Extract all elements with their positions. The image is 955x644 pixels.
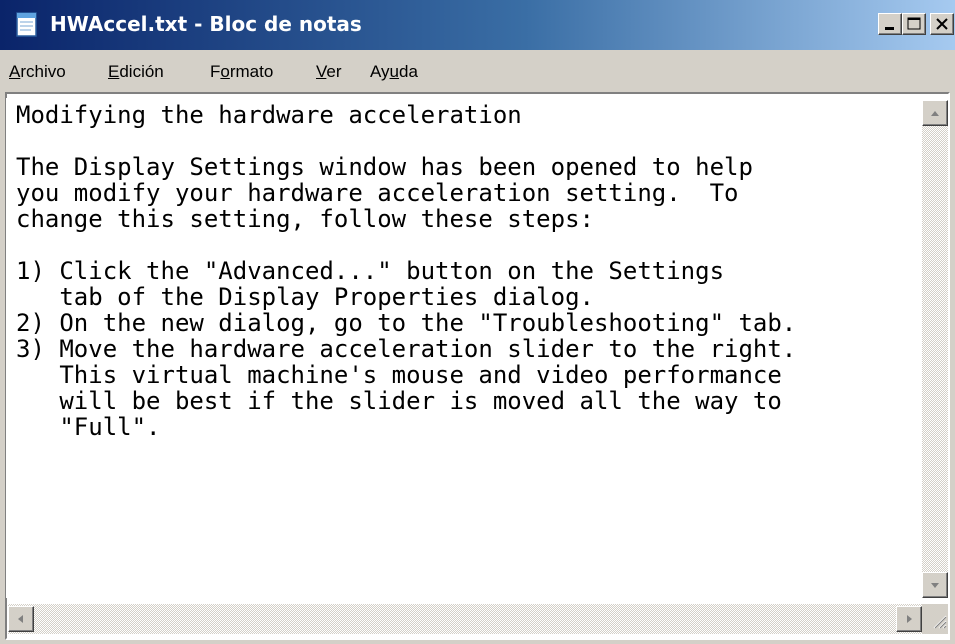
scroll-left-button[interactable]	[8, 606, 34, 632]
horizontal-scrollbar[interactable]	[8, 604, 922, 634]
close-button[interactable]	[930, 13, 954, 35]
scroll-up-button[interactable]	[922, 100, 948, 126]
menu-formato[interactable]: Formato	[210, 62, 273, 82]
text-line: you modify your hardware acceleration se…	[16, 179, 739, 207]
text-editor[interactable]: Modifying the hardware acceleration The D…	[6, 98, 918, 598]
minimize-icon	[885, 27, 894, 30]
text-line: This virtual machine's mouse and video p…	[16, 361, 782, 389]
text-line: change this setting, follow these steps:	[16, 205, 594, 233]
arrow-up-icon	[931, 111, 939, 116]
title-bar[interactable]: HWAccel.txt - Bloc de notas	[0, 0, 955, 50]
arrow-right-icon	[907, 615, 912, 623]
menu-accelerator: A	[9, 62, 21, 81]
arrow-down-icon	[931, 583, 939, 588]
scroll-right-button[interactable]	[896, 606, 922, 632]
size-grip[interactable]	[922, 604, 948, 634]
resize-grip-icon	[933, 615, 947, 629]
menu-accelerator: u	[389, 62, 400, 81]
close-icon	[936, 18, 948, 30]
scroll-down-button[interactable]	[922, 572, 948, 598]
menu-bar: Archivo Edición Formato Ver Ayuda	[0, 50, 955, 90]
vertical-scrollbar[interactable]	[922, 100, 948, 598]
text-line: 1) Click the "Advanced..." button on the…	[16, 257, 725, 285]
menu-archivo[interactable]: Archivo	[9, 62, 66, 82]
menu-accelerator: o	[220, 62, 230, 81]
text-line: will be best if the slider is moved all …	[16, 387, 782, 415]
menu-accelerator: V	[316, 62, 327, 81]
menu-ver[interactable]: Ver	[316, 62, 342, 82]
text-line: "Full".	[16, 413, 161, 441]
text-line: 2) On the new dialog, go to the "Trouble…	[16, 309, 797, 337]
arrow-left-icon	[18, 615, 23, 623]
text-line: The Display Settings window has been ope…	[16, 153, 753, 181]
menu-edicion[interactable]: Edición	[108, 62, 164, 82]
maximize-icon	[907, 17, 921, 30]
text-line: 3) Move the hardware acceleration slider…	[16, 335, 797, 363]
menu-ayuda[interactable]: Ayuda	[370, 62, 418, 82]
notepad-window: HWAccel.txt - Bloc de notas Archivo Edic…	[0, 0, 955, 644]
menu-accelerator: E	[108, 62, 120, 81]
text-line: Modifying the hardware acceleration	[16, 101, 522, 129]
minimize-button[interactable]	[878, 13, 902, 35]
notepad-icon[interactable]	[14, 10, 40, 38]
window-title: HWAccel.txt - Bloc de notas	[50, 12, 362, 36]
text-line: tab of the Display Properties dialog.	[16, 283, 594, 311]
maximize-button[interactable]	[902, 13, 926, 35]
